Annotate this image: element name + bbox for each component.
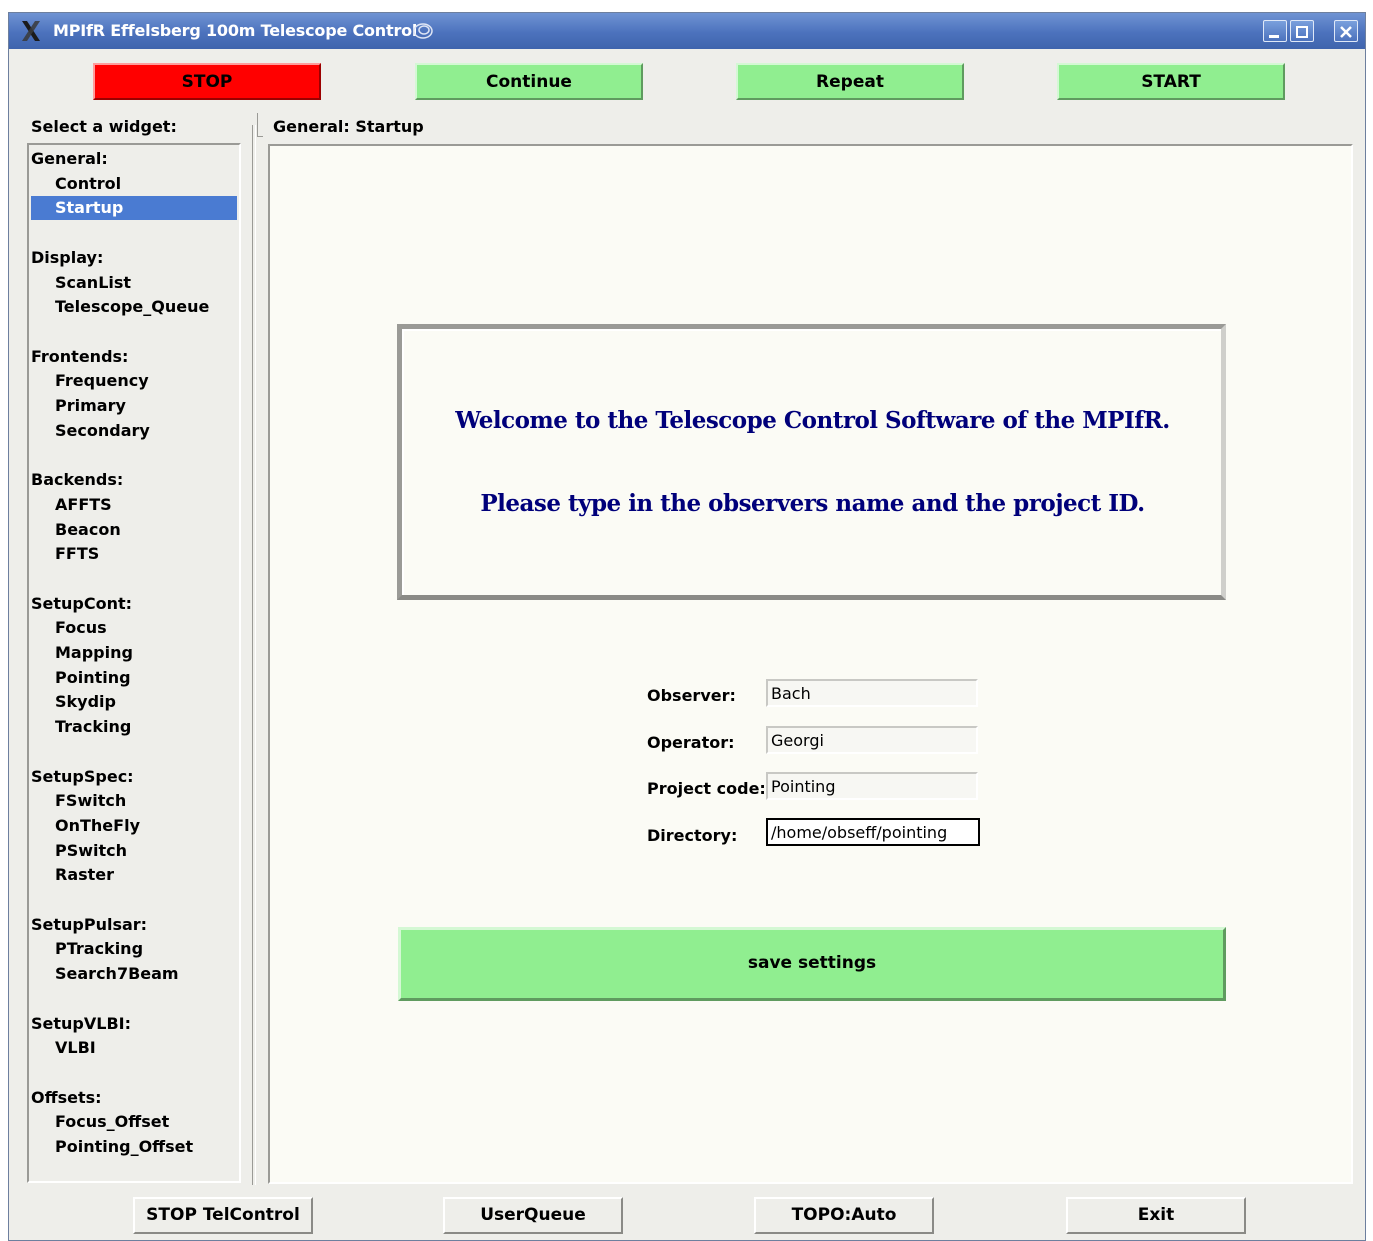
x-logo-icon <box>22 21 40 41</box>
widget-item-primary[interactable]: Primary <box>31 394 237 418</box>
welcome-text: Welcome to the Telescope Control Softwar… <box>455 407 1170 434</box>
repeat-button[interactable]: Repeat <box>736 63 964 100</box>
stop-telcontrol-button[interactable]: STOP TelControl <box>133 1197 313 1234</box>
maximize-icon[interactable] <box>1290 20 1314 42</box>
operator-label: Operator: <box>647 733 735 752</box>
widget-list[interactable]: General: Control Startup Display: ScanList Te… <box>27 143 241 1183</box>
project-code-label: Project code: <box>647 779 766 798</box>
widget-item-beacon[interactable]: Beacon <box>31 518 237 542</box>
widget-item-skydip[interactable]: Skydip <box>31 690 237 714</box>
widget-category: Backends: <box>31 470 124 490</box>
widget-item-affts[interactable]: AFFTS <box>31 493 237 517</box>
widget-item-pointing[interactable]: Pointing <box>31 666 237 690</box>
widget-category: SetupCont: <box>31 593 133 613</box>
widget-item-pswitch[interactable]: PSwitch <box>31 839 237 863</box>
widget-item-onthefly[interactable]: OnTheFly <box>31 814 237 838</box>
start-button[interactable]: START <box>1057 63 1285 100</box>
welcome-box: Welcome to the Telescope Control Softwar… <box>397 324 1226 600</box>
observer-field[interactable] <box>766 679 978 707</box>
widget-category: SetupSpec: <box>31 766 134 786</box>
select-widget-label: Select a widget: <box>31 117 177 136</box>
instruction-text: Please type in the observers name and th… <box>480 490 1145 517</box>
swirl-icon <box>413 23 433 39</box>
stop-button[interactable]: STOP <box>93 63 321 100</box>
widget-category: Offsets: <box>31 1087 102 1107</box>
title-bar[interactable]: MPIfR Effelsberg 100m Telescope Control <box>9 13 1365 49</box>
widget-item-secondary[interactable]: Secondary <box>31 419 237 443</box>
widget-item-pointing-offset[interactable]: Pointing_Offset <box>31 1135 237 1159</box>
panel-title: General: Startup <box>273 117 424 136</box>
widget-category: SetupVLBI: <box>31 1013 131 1033</box>
pane-sash[interactable] <box>252 125 256 1185</box>
app-window: MPIfR Effelsberg 100m Telescope Control … <box>8 12 1366 1241</box>
widget-item-fswitch[interactable]: FSwitch <box>31 789 237 813</box>
widget-category: Display: <box>31 247 104 267</box>
widget-category: Frontends: <box>31 346 129 366</box>
widget-item-focus[interactable]: Focus <box>31 616 237 640</box>
widget-item-raster[interactable]: Raster <box>31 863 237 887</box>
directory-label: Directory: <box>647 826 738 845</box>
project-code-field[interactable] <box>766 772 978 800</box>
widget-item-startup[interactable]: Startup <box>31 196 237 221</box>
welcome-box-inner: Welcome to the Telescope Control Softwar… <box>402 329 1221 595</box>
exit-button[interactable]: Exit <box>1066 1197 1246 1234</box>
widget-item-frequency[interactable]: Frequency <box>31 369 237 393</box>
continue-button[interactable]: Continue <box>415 63 643 100</box>
pane-sash-grip[interactable] <box>257 113 263 137</box>
widget-item-ffts[interactable]: FFTS <box>31 542 237 566</box>
window-title: MPIfR Effelsberg 100m Telescope Control <box>53 21 418 40</box>
close-icon[interactable] <box>1334 20 1358 42</box>
widget-category: SetupPulsar: <box>31 914 148 934</box>
widget-item-telescope-queue[interactable]: Telescope_Queue <box>31 295 237 319</box>
widget-item-vlbi[interactable]: VLBI <box>31 1036 237 1060</box>
widget-item-scanlist[interactable]: ScanList <box>31 271 237 295</box>
observer-label: Observer: <box>647 686 736 705</box>
widget-category: General: <box>31 149 108 168</box>
widget-item-search7beam[interactable]: Search7Beam <box>31 962 237 986</box>
widget-item-tracking[interactable]: Tracking <box>31 715 237 739</box>
topo-button[interactable]: TOPO:Auto <box>754 1197 934 1234</box>
widget-item-focus-offset[interactable]: Focus_Offset <box>31 1110 237 1134</box>
save-settings-button[interactable]: save settings <box>398 927 1226 1001</box>
widget-item-control[interactable]: Control <box>31 172 237 196</box>
directory-field[interactable] <box>766 818 980 846</box>
startup-panel: Welcome to the Telescope Control Softwar… <box>268 144 1353 1184</box>
userqueue-button[interactable]: UserQueue <box>443 1197 623 1234</box>
widget-item-ptracking[interactable]: PTracking <box>31 937 237 961</box>
minimize-icon[interactable] <box>1263 20 1287 42</box>
operator-field[interactable] <box>766 726 978 754</box>
widget-item-mapping[interactable]: Mapping <box>31 641 237 665</box>
